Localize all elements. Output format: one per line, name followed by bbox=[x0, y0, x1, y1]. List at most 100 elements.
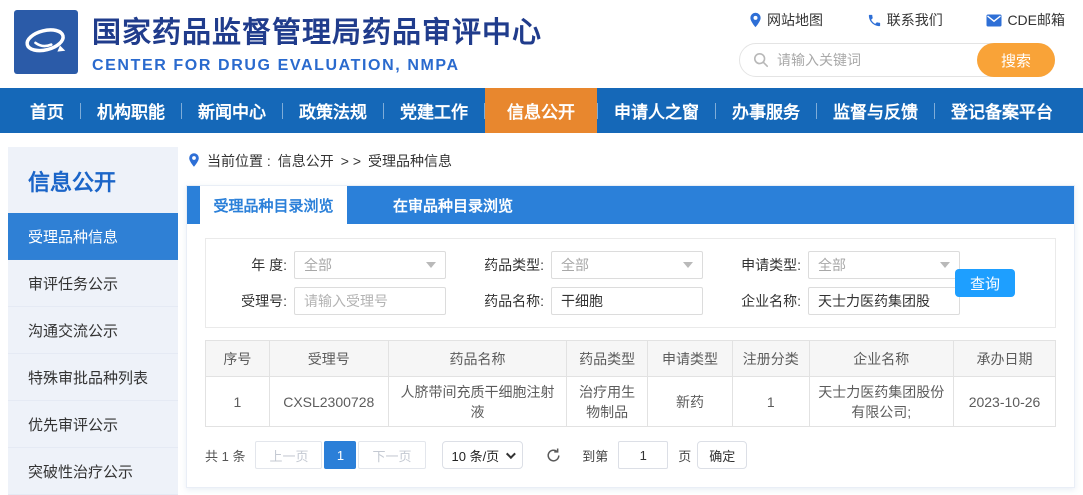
col-header-acceptance-no: 受理号 bbox=[268, 340, 389, 377]
cell-drug-type: 治疗用生物制品 bbox=[566, 376, 648, 427]
search-row: 搜索 bbox=[739, 43, 1069, 77]
site-title: 国家药品监督管理局药品审评中心 bbox=[92, 17, 543, 49]
cell-acceptance-no: CXSL2300728 bbox=[268, 376, 389, 427]
apply-type-label: 申请类型: bbox=[741, 257, 801, 273]
sidebar-item-priority-review[interactable]: 优先审评公示 bbox=[8, 401, 178, 448]
goto-suffix: 页 bbox=[678, 448, 692, 464]
sidebar-item-special-approval[interactable]: 特殊审批品种列表 bbox=[8, 354, 178, 401]
nav-item-registration-platform[interactable]: 登记备案平台 bbox=[935, 88, 1069, 133]
search-button[interactable]: 搜索 bbox=[977, 43, 1055, 77]
sidebar-title: 信息公开 bbox=[28, 170, 117, 195]
next-page-button[interactable]: 下一页 bbox=[358, 441, 426, 469]
nav-item-applicant-window[interactable]: 申请人之窗 bbox=[598, 88, 715, 133]
page-size-select[interactable]: 10 条/页 bbox=[441, 441, 524, 469]
location-pin-icon bbox=[749, 12, 762, 28]
main-nav: 首页 机构职能 新闻中心 政策法规 党建工作 信息公开 申请人之窗 办事服务 监… bbox=[0, 88, 1083, 133]
breadcrumb-pin-icon bbox=[188, 152, 200, 171]
filter-box: 年 度: 全部 药品类型: 全部 申请类型: 全部 受理号: 请输入受理号 药品… bbox=[205, 238, 1056, 328]
col-header-seq: 序号 bbox=[205, 340, 270, 377]
acceptance-no-filter: 受理号: bbox=[206, 287, 446, 315]
page: 国家药品监督管理局药品审评中心 CENTER FOR DRUG EVALUATI… bbox=[0, 0, 1083, 495]
nav-item-information-disclosure[interactable]: 信息公开 bbox=[485, 88, 597, 133]
breadcrumb-current: 受理品种信息 bbox=[368, 153, 453, 169]
cell-company: 天士力医药集团股份有限公司; bbox=[808, 376, 954, 427]
table-header-row: 序号 受理号 药品名称 药品类型 申请类型 注册分类 企业名称 承办日期 bbox=[205, 340, 1056, 377]
drug-type-select-value: 全部 bbox=[561, 257, 589, 273]
site-header: 国家药品监督管理局药品审评中心 CENTER FOR DRUG EVALUATI… bbox=[0, 0, 1083, 88]
goto-prefix: 到第 bbox=[582, 448, 609, 464]
acceptance-no-input[interactable] bbox=[294, 287, 446, 315]
prev-page-button[interactable]: 上一页 bbox=[255, 441, 323, 469]
drug-name-label: 药品名称: bbox=[484, 293, 544, 309]
sidebar-item-accepted-varieties[interactable]: 受理品种信息 bbox=[8, 213, 178, 260]
chevron-down-icon bbox=[426, 262, 436, 268]
sidebar: 信息公开 受理品种信息 审评任务公示 沟通交流公示 特殊审批品种列表 优先审评公… bbox=[8, 147, 178, 495]
breadcrumb-section[interactable]: 信息公开 bbox=[278, 151, 334, 171]
search-icon bbox=[753, 52, 769, 68]
col-header-undertake-date: 承办日期 bbox=[953, 340, 1056, 377]
cell-seq: 1 bbox=[205, 376, 270, 427]
drug-type-select[interactable]: 全部 bbox=[551, 251, 703, 279]
nav-item-supervision-feedback[interactable]: 监督与反馈 bbox=[817, 88, 934, 133]
site-search-box: 搜索 bbox=[739, 43, 1055, 77]
drug-name-filter: 药品名称: bbox=[446, 287, 703, 315]
title-block: 国家药品监督管理局药品审评中心 CENTER FOR DRUG EVALUATI… bbox=[92, 9, 542, 75]
filter-row-2: 受理号: 药品名称: 企业名称: bbox=[206, 287, 1055, 315]
sitemap-link-label: 网站地图 bbox=[767, 12, 823, 28]
drug-type-label: 药品类型: bbox=[484, 257, 544, 273]
goto-page-input[interactable] bbox=[618, 441, 669, 469]
company-input[interactable] bbox=[808, 287, 960, 315]
acceptance-no-label: 受理号: bbox=[241, 293, 287, 309]
sidebar-item-breakthrough-therapy[interactable]: 突破性治疗公示 bbox=[8, 448, 178, 495]
breadcrumb-prefix: 当前位置 : bbox=[207, 153, 271, 169]
year-label: 年 度: bbox=[251, 257, 287, 273]
nav-item-functions[interactable]: 机构职能 bbox=[81, 88, 181, 133]
main-content: 当前位置 : 信息公开 > > 受理品种信息 受理品种目录浏览 在审品种目录浏览… bbox=[186, 147, 1075, 495]
phone-icon bbox=[867, 13, 882, 28]
col-header-apply-type: 申请类型 bbox=[647, 340, 733, 377]
header-right: 网站地图 联系我们 CDE邮箱 请输入关键词 搜索 bbox=[739, 8, 1069, 77]
contact-link[interactable]: 联系我们 bbox=[867, 10, 943, 30]
cde-logo-swirl-icon bbox=[25, 28, 66, 53]
company-label: 企业名称: bbox=[741, 293, 801, 309]
nav-item-party-building[interactable]: 党建工作 bbox=[384, 88, 484, 133]
body-row: 信息公开 受理品种信息 审评任务公示 沟通交流公示 特殊审批品种列表 优先审评公… bbox=[0, 133, 1083, 495]
apply-type-filter: 申请类型: 全部 bbox=[703, 251, 960, 279]
refresh-icon[interactable] bbox=[545, 447, 562, 464]
site-subtitle: CENTER FOR DRUG EVALUATION, NMPA bbox=[92, 57, 460, 74]
col-header-drug-name: 药品名称 bbox=[387, 340, 568, 377]
col-header-drug-type: 药品类型 bbox=[566, 340, 648, 377]
year-select[interactable]: 全部 bbox=[294, 251, 446, 279]
drug-name-input[interactable] bbox=[551, 287, 703, 315]
query-button[interactable]: 查询 bbox=[955, 269, 1015, 297]
chevron-down-icon bbox=[940, 262, 950, 268]
drug-type-filter: 药品类型: 全部 bbox=[446, 251, 703, 279]
sidebar-item-review-tasks[interactable]: 审评任务公示 bbox=[8, 260, 178, 307]
cde-logo bbox=[14, 10, 78, 74]
mail-link-label: CDE邮箱 bbox=[1007, 12, 1065, 28]
apply-type-select[interactable]: 全部 bbox=[808, 251, 960, 279]
mail-link[interactable]: CDE邮箱 bbox=[986, 10, 1065, 30]
tab-under-review-catalog[interactable]: 在审品种目录浏览 bbox=[347, 186, 559, 224]
year-select-value: 全部 bbox=[304, 257, 332, 273]
sidebar-item-communication[interactable]: 沟通交流公示 bbox=[8, 307, 178, 354]
cell-drug-name: 人脐带间充质干细胞注射液 bbox=[387, 376, 568, 427]
chevron-down-icon bbox=[683, 262, 693, 268]
contact-link-label: 联系我们 bbox=[886, 12, 943, 28]
confirm-button[interactable]: 确定 bbox=[697, 441, 748, 469]
nav-item-policies[interactable]: 政策法规 bbox=[283, 88, 383, 133]
page-number-button[interactable]: 1 bbox=[324, 441, 357, 469]
page-size-value: 10 条/页 bbox=[451, 448, 500, 464]
nav-item-home[interactable]: 首页 bbox=[14, 88, 80, 133]
sitemap-link[interactable]: 网站地图 bbox=[749, 10, 823, 30]
nav-item-news[interactable]: 新闻中心 bbox=[182, 88, 282, 133]
cell-undertake-date: 2023-10-26 bbox=[953, 376, 1056, 427]
breadcrumb: 当前位置 : 信息公开 > > 受理品种信息 bbox=[188, 151, 1075, 171]
apply-type-select-value: 全部 bbox=[818, 257, 846, 273]
col-header-registration-class: 注册分类 bbox=[732, 340, 810, 377]
cell-registration-class: 1 bbox=[732, 376, 810, 427]
tab-accepted-catalog[interactable]: 受理品种目录浏览 bbox=[200, 186, 347, 224]
nav-item-services[interactable]: 办事服务 bbox=[716, 88, 816, 133]
year-filter: 年 度: 全部 bbox=[206, 251, 446, 279]
company-filter: 企业名称: bbox=[703, 287, 960, 315]
